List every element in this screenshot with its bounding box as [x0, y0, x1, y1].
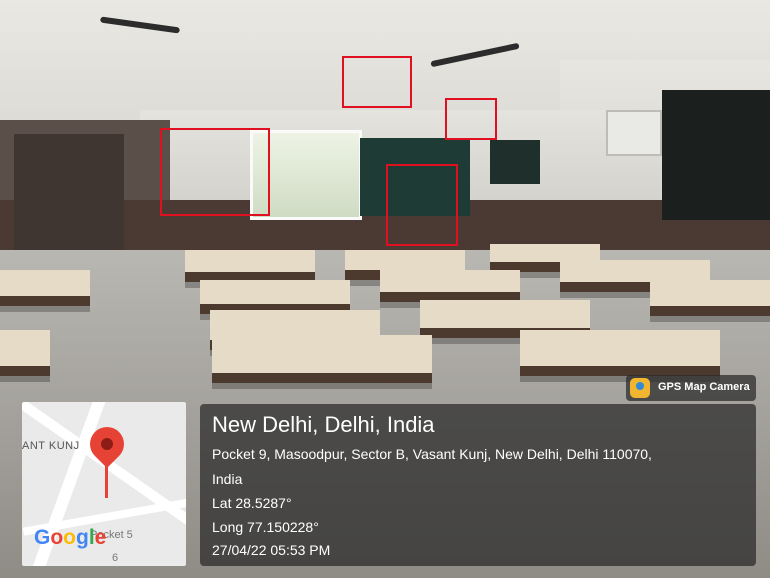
location-map: ANT KUNJ Pocket 5 6 Google: [22, 402, 186, 566]
desk: [0, 330, 50, 376]
map-sub-label-2: 6: [112, 552, 119, 564]
datetime-text: 27/04/22 05:53 PM: [212, 542, 331, 558]
desk: [212, 335, 432, 383]
desk: [185, 250, 315, 282]
google-letter: G: [34, 526, 51, 549]
desk: [650, 280, 770, 316]
right-board: [662, 90, 770, 220]
place-title: New Delhi, Delhi, India: [212, 412, 435, 437]
map-place-label: ANT KUNJ: [22, 440, 80, 452]
desk: [380, 270, 520, 302]
air-conditioner: [606, 110, 662, 156]
desk-computer-highlight-box: [386, 164, 458, 246]
camera-highlight-box: [445, 98, 497, 140]
classroom-photo: GPS Map Camera ANT KUNJ Pocket 5 6 Googl…: [0, 0, 770, 578]
latitude-text: Lat 28.5287°: [212, 495, 292, 511]
side-board: [490, 140, 540, 184]
gps-map-camera-icon: [630, 378, 650, 398]
screen-highlight-box: [160, 128, 270, 216]
google-letter: o: [63, 526, 76, 549]
google-letter: e: [94, 526, 107, 549]
google-letter: o: [50, 526, 64, 549]
address-line-2: India: [212, 471, 243, 487]
google-logo: Google: [34, 526, 106, 550]
location-info-panel: New Delhi, Delhi, India Pocket 9, Masood…: [200, 404, 756, 566]
desk: [520, 330, 720, 376]
desk: [0, 270, 90, 306]
google-letter: g: [76, 526, 89, 549]
address-line-1: Pocket 9, Masoodpur, Sector B, Vasant Ku…: [212, 446, 652, 462]
gps-map-camera-badge: GPS Map Camera: [626, 375, 756, 401]
longitude-text: Long 77.150228°: [212, 519, 319, 535]
app-label: GPS Map Camera: [658, 381, 750, 393]
desk: [200, 280, 350, 314]
projector-highlight-box: [342, 56, 412, 108]
